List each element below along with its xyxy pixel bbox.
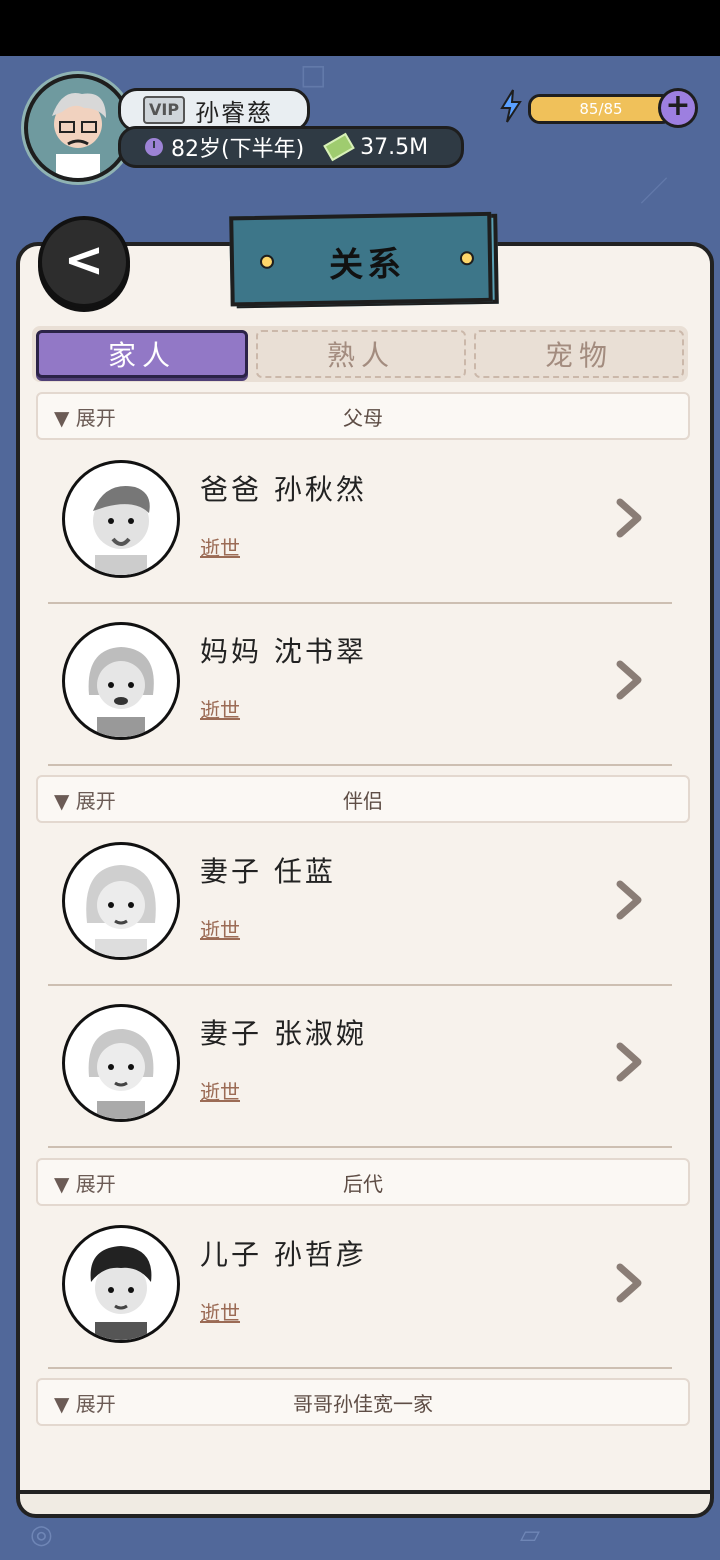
background-doodle: ◎: [30, 1520, 53, 1550]
person-status: 逝世: [200, 1080, 240, 1104]
list-item[interactable]: 爸爸 孙秋然 逝世: [48, 440, 672, 604]
player-name: 孙睿慈: [195, 98, 274, 127]
father-portrait-icon: [93, 486, 150, 575]
mother-portrait-icon: [88, 647, 154, 737]
person-status: 逝世: [200, 536, 240, 560]
group-header-partners[interactable]: ▼ 展开 伴侣: [36, 775, 690, 823]
clock-icon: [145, 138, 163, 156]
player-age: 82岁(下半年): [171, 137, 305, 162]
chevron-right-icon[interactable]: [614, 1042, 644, 1082]
list-item[interactable]: 儿子 孙哲彦 逝世: [48, 1205, 672, 1369]
avatar: [62, 842, 180, 960]
chevron-right-icon[interactable]: [614, 1263, 644, 1303]
plus-icon: +: [665, 88, 691, 123]
energy-text: 85/85: [579, 100, 623, 118]
avatar: [62, 1004, 180, 1122]
group-title: 父母: [343, 406, 383, 430]
group-title: 伴侣: [343, 789, 383, 813]
group-title: 哥哥孙佳宽一家: [293, 1392, 433, 1416]
person-name: 儿子 孙哲彦: [200, 1238, 367, 1271]
person-status: 逝世: [200, 918, 240, 942]
player-avatar[interactable]: [24, 74, 132, 182]
chevron-right-icon[interactable]: [614, 660, 644, 700]
list-item[interactable]: 妻子 张淑婉 逝世: [48, 984, 672, 1148]
relationship-tabs: 家人 熟人 宠物: [32, 326, 688, 382]
player-face-illustration: [52, 92, 106, 178]
person-status: 逝世: [200, 698, 240, 722]
person-status: 逝世: [200, 1301, 240, 1325]
person-name: 妻子 张淑婉: [200, 1017, 367, 1050]
chevron-right-icon[interactable]: [614, 498, 644, 538]
group-header-brother-family[interactable]: ▼ 展开 哥哥孙佳宽一家: [36, 1378, 690, 1426]
group-header-descendants[interactable]: ▼ 展开 后代: [36, 1158, 690, 1206]
title-banner: 关系: [235, 213, 499, 309]
banner-dot: [259, 254, 275, 269]
back-button[interactable]: <: [38, 216, 130, 308]
back-arrow-icon: <: [63, 232, 105, 288]
wife-portrait-icon: [86, 865, 156, 957]
wife-portrait-icon: [88, 1029, 154, 1119]
person-name: 妈妈 沈书翠: [200, 635, 367, 668]
person-name: 爸爸 孙秋然: [200, 473, 367, 506]
player-info-pill: 82岁(下半年) 37.5M: [118, 126, 464, 168]
money-icon: [323, 132, 355, 162]
avatar: [62, 1225, 180, 1343]
energy-bar: 85/85: [528, 94, 674, 124]
panel-base: [16, 1490, 714, 1518]
add-energy-button[interactable]: +: [658, 88, 698, 128]
tab-family[interactable]: 家人: [36, 330, 248, 378]
avatar: [62, 460, 180, 578]
list-item[interactable]: 妈妈 沈书翠 逝世: [48, 602, 672, 766]
group-title: 后代: [343, 1172, 383, 1196]
player-money: 37.5M: [360, 134, 429, 160]
page-title: 关系: [328, 243, 406, 286]
energy-icon: [500, 89, 522, 123]
son-portrait-icon: [90, 1246, 152, 1340]
list-item[interactable]: 妻子 任蓝 逝世: [48, 822, 672, 986]
chevron-right-icon[interactable]: [614, 880, 644, 920]
tab-pets[interactable]: 宠物: [474, 330, 684, 378]
tab-acquaintances[interactable]: 熟人: [256, 330, 466, 378]
background-doodle: ▱: [520, 1520, 540, 1550]
banner-dot: [459, 251, 475, 266]
background-doodle: ／: [640, 175, 669, 208]
group-header-parents[interactable]: ▼ 展开 父母: [36, 392, 690, 440]
status-bar: [0, 0, 720, 56]
vip-badge[interactable]: VIP: [143, 96, 186, 124]
avatar: [62, 622, 180, 740]
background-doodle: □: [300, 58, 327, 91]
person-name: 妻子 任蓝: [200, 855, 336, 888]
